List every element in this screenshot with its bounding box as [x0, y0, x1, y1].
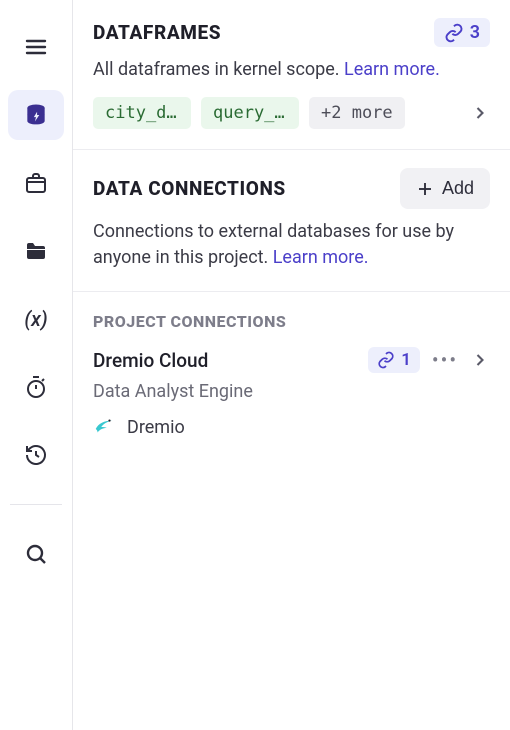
folder-icon	[24, 239, 48, 263]
connections-learn-more-link[interactable]: Learn more.	[273, 247, 369, 268]
stopwatch-icon	[24, 375, 48, 399]
chevron-right-icon	[470, 350, 490, 370]
search-icon	[24, 542, 48, 566]
project-connections-subhead: PROJECT CONNECTIONS	[73, 292, 510, 341]
rail-divider	[10, 504, 62, 505]
dataframes-title: DATAFRAMES	[93, 21, 221, 44]
plus-icon	[416, 180, 434, 198]
link-icon	[377, 351, 395, 369]
link-icon	[444, 23, 464, 43]
side-panel: DATAFRAMES 3 All dataframes in kernel sc…	[73, 0, 510, 730]
nav-package[interactable]	[8, 158, 64, 208]
connection-subtitle: Data Analyst Engine	[93, 381, 490, 402]
add-button-label: Add	[442, 178, 474, 199]
nav-database[interactable]	[8, 90, 64, 140]
nav-history[interactable]	[8, 430, 64, 480]
hamburger-icon	[24, 35, 48, 59]
dataframe-chip[interactable]: query_r…	[201, 97, 299, 129]
variable-icon: (x)	[24, 307, 47, 331]
dataframes-learn-more-link[interactable]: Learn more.	[344, 59, 440, 80]
dataframes-count: 3	[470, 22, 480, 43]
dataframes-expand[interactable]	[470, 103, 490, 123]
dataframe-chip-more[interactable]: +2 more	[309, 97, 405, 129]
dataframes-section: DATAFRAMES 3 All dataframes in kernel sc…	[73, 0, 510, 150]
add-connection-button[interactable]: Add	[400, 168, 490, 209]
connections-title: DATA CONNECTIONS	[93, 177, 286, 200]
connection-item[interactable]: Dremio Cloud 1 ••• Data Analyst Engine D…	[73, 341, 510, 456]
connection-expand[interactable]	[470, 350, 490, 370]
dataframes-chips: city_dri… query_r… +2 more	[93, 97, 490, 129]
connection-vendor: Dremio	[93, 416, 490, 438]
connection-vendor-name: Dremio	[127, 417, 185, 438]
history-icon	[24, 443, 48, 467]
database-bolt-icon	[23, 102, 49, 128]
nav-rail: (x)	[0, 0, 73, 730]
dataframes-description: All dataframes in kernel scope. Learn mo…	[93, 57, 490, 83]
nav-search[interactable]	[8, 529, 64, 579]
nav-timer[interactable]	[8, 362, 64, 412]
nav-menu[interactable]	[8, 22, 64, 72]
dataframes-count-badge[interactable]: 3	[434, 18, 490, 47]
connection-link-count: 1	[401, 350, 411, 370]
nav-variables[interactable]: (x)	[8, 294, 64, 344]
chevron-right-icon	[470, 103, 490, 123]
connections-section: DATA CONNECTIONS Add Connections to exte…	[73, 150, 510, 292]
nav-files[interactable]	[8, 226, 64, 276]
connection-menu-button[interactable]: •••	[432, 348, 458, 372]
connection-link-badge[interactable]: 1	[368, 347, 420, 373]
dataframe-chip[interactable]: city_dri…	[93, 97, 191, 129]
connection-name: Dremio Cloud	[93, 349, 208, 372]
dremio-icon	[93, 416, 115, 438]
connections-description: Connections to external databases for us…	[93, 219, 490, 271]
package-icon	[24, 171, 48, 195]
ellipsis-icon: •••	[432, 348, 458, 372]
